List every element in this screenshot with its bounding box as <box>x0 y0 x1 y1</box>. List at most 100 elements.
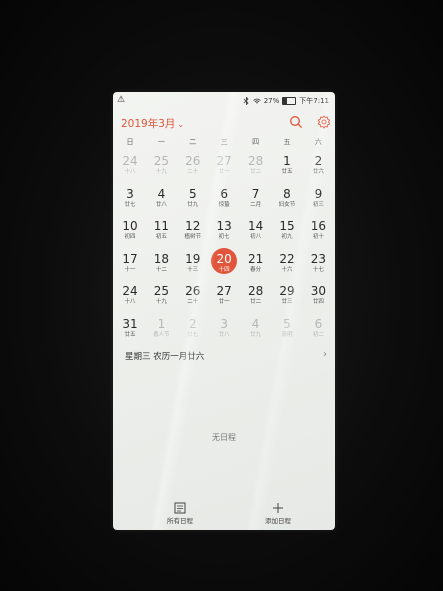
lunar-date: 妇女节 <box>278 201 296 208</box>
lunar-date: 清明 <box>281 331 293 338</box>
day-cell[interactable]: 7 二月 <box>240 183 272 215</box>
day-cell[interactable]: 24 十八 <box>114 150 146 182</box>
day-cell[interactable]: 12 植树节 <box>177 215 209 247</box>
day-cell[interactable]: 14 初八 <box>240 215 272 247</box>
lunar-date: 春分 <box>250 266 262 273</box>
day-cell[interactable]: 25 十九 <box>145 150 177 182</box>
day-cell[interactable]: 3 廿七 <box>114 183 146 215</box>
day-cell[interactable]: 1 廿五 <box>271 150 303 182</box>
lunar-date: 初十 <box>312 234 324 240</box>
empty-state: 无日程 <box>212 433 236 442</box>
weekday-row: 日一二三四五六 <box>113 137 335 149</box>
lunar-date: 二十 <box>187 299 199 305</box>
add-event-button[interactable]: 添加日程 <box>238 502 318 525</box>
day-number: 4 <box>157 186 166 201</box>
lunar-date: 十二 <box>155 266 167 273</box>
day-cell[interactable]: 29 廿三 <box>271 280 303 312</box>
day-cell[interactable]: 28 廿二 <box>240 280 272 312</box>
day-number: 20 <box>216 251 232 266</box>
day-cell[interactable]: 13 初七 <box>208 215 240 247</box>
lunar-date: 二月 <box>250 201 262 208</box>
day-number: 6 <box>220 186 228 201</box>
day-cell[interactable]: 5 清明 <box>271 313 303 345</box>
day-number: 14 <box>247 219 264 233</box>
day-number: 28 <box>247 284 264 298</box>
day-cell[interactable]: 27 廿一 <box>208 280 240 312</box>
lunar-date: 廿五 <box>124 331 136 338</box>
lunar-date: 十四 <box>218 266 230 273</box>
day-cell[interactable]: 30 廿四 <box>302 280 334 312</box>
lunar-date: 十三 <box>187 266 199 273</box>
day-cell[interactable]: 1 愚人节 <box>145 313 177 345</box>
day-cell[interactable]: 2 廿七 <box>177 313 209 345</box>
lunar-date: 廿二 <box>250 299 262 305</box>
day-cell[interactable]: 11 初五 <box>145 215 177 247</box>
chevron-right-icon: › <box>323 349 327 360</box>
day-cell[interactable]: 15 初九 <box>271 215 303 247</box>
day-cell[interactable]: 5 廿九 <box>177 183 209 215</box>
day-number: 4 <box>251 316 260 331</box>
day-cell[interactable]: 19 十三 <box>177 248 209 280</box>
day-cell[interactable]: 18 十二 <box>145 248 177 280</box>
lunar-date: 廿九 <box>250 331 262 338</box>
day-number: 18 <box>153 251 170 266</box>
day-cell[interactable]: 25 十九 <box>145 280 177 312</box>
day-number: 22 <box>279 251 295 266</box>
plus-icon <box>273 503 283 513</box>
day-cell[interactable]: 4 廿九 <box>240 313 272 345</box>
day-number: 16 <box>310 219 327 233</box>
lunar-date: 十八 <box>124 299 136 305</box>
warning-icon: ⚠ <box>117 95 126 105</box>
day-cell[interactable]: 21 春分 <box>240 248 272 280</box>
day-cell[interactable]: 24 十八 <box>114 280 146 312</box>
day-cell[interactable]: 31 廿五 <box>114 313 146 345</box>
day-cell[interactable]: 17 十一 <box>114 248 146 280</box>
day-cell[interactable]: 22 十六 <box>271 248 303 280</box>
day-cell[interactable]: 16 初十 <box>302 215 334 247</box>
day-cell[interactable]: 3 廿八 <box>208 313 240 345</box>
lunar-date: 廿八 <box>218 331 230 338</box>
day-number: 23 <box>310 251 327 266</box>
lunar-date: 廿二 <box>250 169 262 175</box>
lunar-date: 十六 <box>281 266 293 273</box>
bluetooth-icon <box>243 97 249 105</box>
phone-screen: ⚠ 27% 下午7:11 2019年3月 ⌄ 日一二三四五六 24 十八 25 十九 26… <box>113 92 335 530</box>
all-events-button[interactable]: 所有日程 <box>140 502 220 525</box>
lunar-date: 廿七 <box>187 331 199 338</box>
month-selector[interactable]: 2019年3月 ⌄ <box>121 116 184 131</box>
day-cell[interactable]: 26 二十 <box>177 280 209 312</box>
day-cell[interactable]: 27 廿一 <box>208 150 240 182</box>
calendar-header: 2019年3月 ⌄ <box>113 112 335 136</box>
search-icon[interactable] <box>289 115 303 129</box>
day-cell[interactable]: 2 廿六 <box>302 150 334 182</box>
lunar-date: 植树节 <box>184 234 202 240</box>
day-cell[interactable]: 26 二十 <box>177 150 209 182</box>
lunar-date: 初七 <box>218 234 230 240</box>
lunar-date: 十一 <box>124 266 136 273</box>
weekday-label: 一 <box>157 138 165 146</box>
selected-day-info: 星期三 农历一月廿六 <box>125 352 205 362</box>
lunar-date: 廿一 <box>218 169 230 175</box>
all-events-label: 所有日程 <box>167 517 193 525</box>
weekday-label: 二 <box>189 138 197 146</box>
day-cell[interactable]: 23 十七 <box>302 248 334 280</box>
day-cell[interactable]: 4 廿八 <box>145 183 177 215</box>
gear-icon[interactable] <box>317 115 331 129</box>
day-cell[interactable]: 28 廿二 <box>240 150 272 182</box>
clock: 下午7:11 <box>299 97 329 105</box>
day-cell[interactable]: 9 初三 <box>302 183 334 215</box>
day-number: 30 <box>310 284 327 298</box>
lunar-date: 初四 <box>124 234 136 240</box>
lunar-date: 廿五 <box>281 169 293 175</box>
weekday-label: 六 <box>314 138 322 146</box>
day-cell-today[interactable]: 20 十四 <box>208 247 240 280</box>
day-number: 3 <box>126 186 134 201</box>
lunar-date: 廿七 <box>124 201 136 208</box>
lunar-date: 廿六 <box>312 169 324 175</box>
day-cell[interactable]: 6 惊蛰 <box>208 183 240 215</box>
day-cell[interactable]: 8 妇女节 <box>271 183 303 215</box>
day-number: 2 <box>314 154 323 168</box>
day-cell[interactable]: 10 初四 <box>114 215 146 247</box>
day-cell[interactable]: 6 初二 <box>302 313 334 345</box>
selected-day-row[interactable]: 星期三 农历一月廿六 › <box>113 348 335 364</box>
